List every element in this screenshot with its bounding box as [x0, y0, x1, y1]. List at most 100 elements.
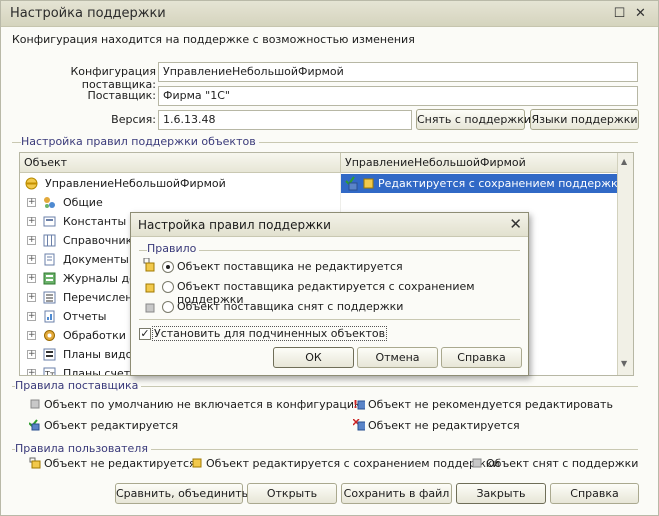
support-languages-button[interactable]: Языки поддержки: [530, 109, 639, 130]
tree-item-label: Общие: [63, 196, 103, 209]
legend-text: Объект снят с поддержки: [486, 457, 639, 470]
tree-row[interactable]: + Общие: [20, 193, 618, 212]
accounts-icon: Тт: [43, 367, 56, 376]
remove-support-button[interactable]: Снять с поддержки: [416, 109, 531, 130]
svg-text:!: !: [353, 398, 358, 410]
dialog-cancel-button[interactable]: Отмена: [357, 347, 438, 368]
dialog-title-bar: Настройка правил поддержки ✕: [131, 213, 528, 237]
root-rule-cell[interactable]: Редактируется с сохранением поддержки: [341, 174, 625, 193]
apply-children-label[interactable]: Установить для подчиненных объектов: [152, 326, 388, 341]
scroll-down-icon[interactable]: ▼: [621, 359, 627, 368]
tree-item-label: Журналы до: [63, 272, 136, 285]
expand-icon[interactable]: +: [27, 369, 36, 375]
legend-not-included: Объект по умолчанию не включается в конф…: [29, 398, 363, 411]
rule-radio-removed[interactable]: [162, 301, 174, 313]
column-object[interactable]: Объект: [24, 156, 67, 169]
expand-icon[interactable]: +: [27, 255, 36, 264]
tree-item-label: Перечислен: [63, 291, 133, 304]
rule-group-bottom: [139, 319, 520, 320]
maximize-icon[interactable]: ☐: [611, 5, 628, 22]
tree-item-label: Документы: [63, 253, 129, 266]
rule-radio-keep-support[interactable]: [162, 281, 174, 293]
legend-user-not-editable: Объект не редактируется: [29, 457, 196, 470]
constants-icon: [43, 216, 56, 227]
rule-option-label: Объект поставщика не редактируется: [177, 260, 403, 273]
expand-icon[interactable]: +: [27, 217, 36, 226]
version-field[interactable]: 1.6.13.48: [158, 110, 412, 130]
expand-icon[interactable]: +: [27, 236, 36, 245]
yellow-cube-icon: [192, 458, 202, 468]
reports-icon: [44, 310, 55, 323]
catalogs-icon: [43, 234, 56, 247]
warning-cube-icon: !: [353, 398, 365, 410]
dataprocessors-icon: [44, 330, 55, 341]
expand-icon[interactable]: +: [27, 198, 36, 207]
tree-item-label: Константы: [63, 215, 127, 228]
legend-text: Объект не рекомендуется редактировать: [368, 398, 613, 411]
svg-text:Тт: Тт: [44, 370, 55, 376]
green-check-cube-icon: [29, 419, 40, 431]
expand-icon[interactable]: +: [27, 312, 36, 321]
tree-item-label: Справочники: [63, 234, 140, 247]
close-icon[interactable]: ✕: [632, 5, 649, 22]
open-button[interactable]: Открыть: [247, 483, 337, 504]
gray-cube-icon: [472, 458, 482, 468]
dialog-title: Настройка правил поддержки: [138, 218, 331, 232]
apply-children-checkbox[interactable]: ✓: [139, 328, 151, 340]
legend-user-removed: Объект снят с поддержки: [471, 457, 638, 470]
title-bar: Настройка поддержки ☐ ✕: [1, 1, 658, 27]
support-status-text: Конфигурация находится на поддержке с во…: [12, 33, 415, 46]
root-rule-text: Редактируется с сохранением поддержки: [378, 177, 625, 190]
legend-text: Объект по умолчанию не включается в конф…: [44, 398, 364, 411]
vendor-field[interactable]: Фирма "1С": [158, 86, 638, 106]
vendor-editable-icon: [345, 176, 358, 191]
expand-icon[interactable]: +: [27, 350, 36, 359]
vendor-config-label: Конфигурация поставщика:: [70, 65, 156, 91]
tree-row-root[interactable]: УправлениеНебольшойФирмой Редактируется …: [20, 174, 625, 193]
close-button[interactable]: Закрыть: [456, 483, 546, 504]
expand-icon[interactable]: +: [27, 331, 36, 340]
tree-scrollbar[interactable]: ▲ ▼: [617, 153, 633, 375]
user-keeps-support-icon: [363, 178, 374, 189]
column-config[interactable]: УправлениеНебольшойФирмой: [345, 156, 526, 169]
vendor-config-field[interactable]: УправлениеНебольшойФирмой: [158, 62, 638, 82]
lock-cube-icon: [29, 457, 41, 469]
dialog-close-icon[interactable]: ✕: [509, 215, 522, 233]
rule-radio-not-editable[interactable]: [162, 261, 174, 273]
version-label: Версия:: [111, 113, 156, 126]
tree-item-label: Обработки: [63, 329, 126, 342]
tree-item-label: Планы счето: [63, 367, 137, 376]
documents-icon: [44, 253, 55, 266]
dialog-ok-button[interactable]: ОК: [273, 347, 354, 368]
window-title: Настройка поддержки: [10, 6, 166, 21]
red-cross-cube-icon: [353, 419, 365, 431]
enums-icon: [43, 291, 56, 304]
charts-icon: [43, 348, 56, 361]
dialog-help-button[interactable]: Справка: [441, 347, 522, 368]
scroll-up-icon[interactable]: ▲: [621, 157, 627, 166]
rule-group-title: Правило: [147, 242, 200, 255]
save-to-file-button[interactable]: Сохранить в файл: [341, 483, 452, 504]
legend-text: Объект редактируется с сохранением подде…: [206, 457, 500, 470]
journals-icon: [43, 272, 56, 285]
legend-text: Объект не редактируется: [44, 457, 196, 470]
expand-icon[interactable]: +: [27, 293, 36, 302]
footer-help-button[interactable]: Справка: [550, 483, 639, 504]
compare-merge-button[interactable]: Сравнить, объединить: [115, 483, 248, 504]
legend-not-editable: Объект не редактируется: [353, 419, 520, 432]
support-rule-dialog: Настройка правил поддержки ✕ Правило Объ…: [130, 212, 529, 376]
legend-user-keeps-support: Объект редактируется с сохранением подде…: [191, 457, 500, 470]
legend-text: Объект редактируется: [44, 419, 179, 432]
expand-icon[interactable]: +: [27, 274, 36, 283]
vendor-label: Поставщик:: [87, 89, 156, 102]
column-separator: [340, 153, 341, 173]
rules-group-title: Настройка правил поддержки объектов: [21, 135, 259, 148]
general-icon: [44, 197, 55, 208]
tree-item-label: Отчеты: [63, 310, 107, 323]
user-rules-title: Правила пользователя: [15, 442, 151, 455]
yellow-cube-icon: [145, 283, 155, 293]
support-settings-window: Настройка поддержки ☐ ✕ Конфигурация нах…: [0, 0, 659, 516]
legend-not-recommended: ! Объект не рекомендуется редактировать: [353, 398, 613, 411]
configuration-icon: [25, 177, 38, 190]
tree-header: Объект УправлениеНебольшойФирмой: [20, 153, 618, 173]
